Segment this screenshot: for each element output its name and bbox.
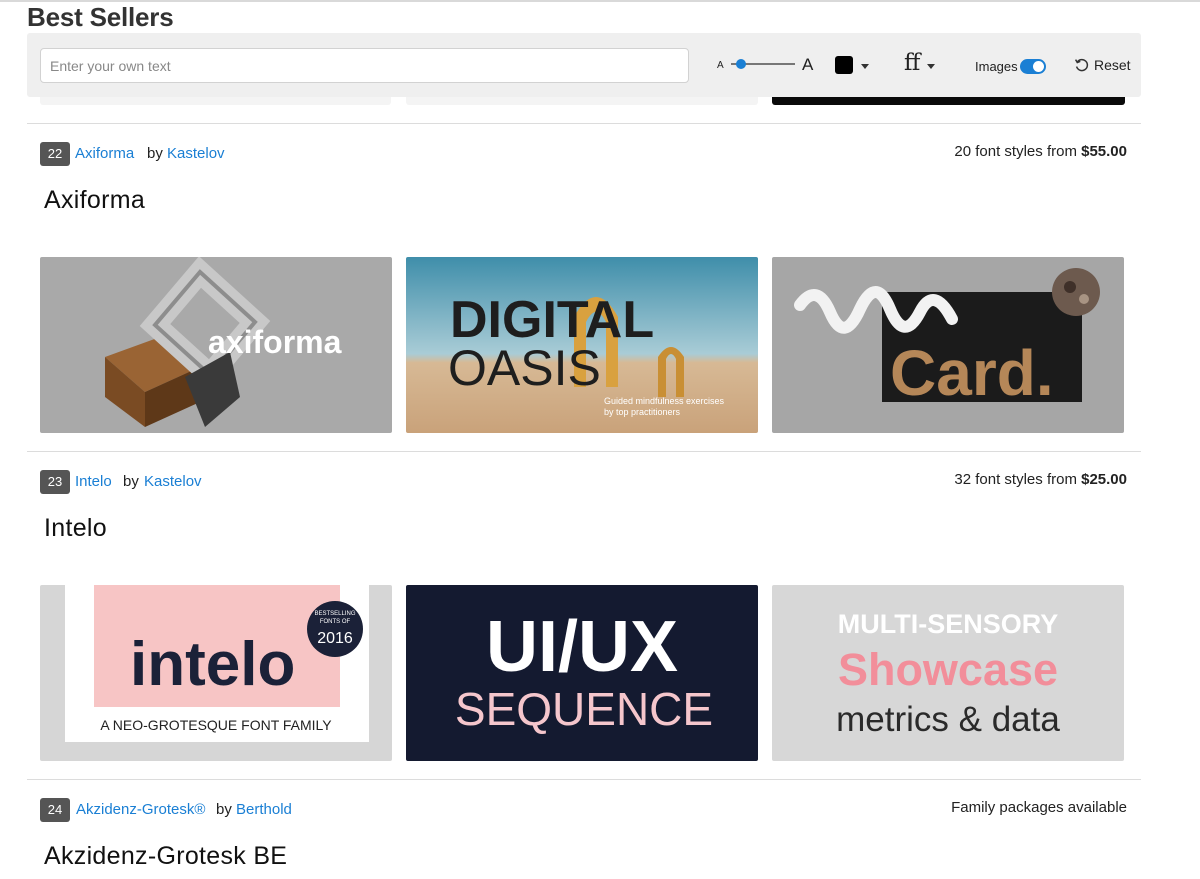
price-info: Family packages available [951, 799, 1127, 816]
font-specimen[interactable]: Axiforma [44, 186, 145, 215]
sample-image-axiforma[interactable]: axiforma [40, 257, 392, 433]
card-line2: Showcase [838, 644, 1058, 695]
toggle-knob [1033, 61, 1044, 72]
sample-image-intelo[interactable]: BESTSELLING FONTS OF 2016 intelo A NEO-G… [40, 585, 392, 761]
badge-line2: FONTS OF [320, 619, 351, 625]
images-toggle[interactable] [1020, 59, 1046, 74]
row-divider [27, 123, 1141, 124]
card-caption2: by top practitioners [604, 407, 681, 417]
row-divider [27, 779, 1141, 780]
card-text: Card. [890, 337, 1054, 409]
price-value: $55.00 [1081, 143, 1127, 160]
by-label: by [123, 473, 139, 490]
price-prefix: Family packages available [951, 799, 1127, 816]
previous-card-edge [772, 97, 1125, 105]
text-color-swatch[interactable] [835, 56, 853, 74]
chevron-down-icon[interactable] [861, 64, 869, 69]
by-label: by [147, 145, 163, 162]
card-line2: SEQUENCE [455, 683, 713, 735]
font-name-link[interactable]: Intelo [75, 473, 112, 490]
designer-link[interactable]: Berthold [236, 801, 292, 818]
designer-link[interactable]: Kastelov [144, 473, 202, 490]
custom-text-input[interactable] [40, 48, 689, 83]
images-toggle-label: Images [975, 59, 1018, 74]
card-line3: metrics & data [836, 700, 1060, 739]
rank-badge: 22 [40, 142, 70, 166]
badge-year: 2016 [317, 630, 353, 647]
price-prefix: 32 font styles from [954, 471, 1082, 488]
by-label: by [216, 801, 232, 818]
row-divider [27, 451, 1141, 452]
top-border [0, 0, 1200, 2]
rank-badge: 23 [40, 470, 70, 494]
price-info: 32 font styles from $25.00 [954, 471, 1127, 488]
price-prefix: 20 font styles from [954, 143, 1082, 160]
font-size-slider[interactable] [731, 59, 795, 69]
card-text: axiforma [208, 324, 342, 360]
sample-image-digital-oasis[interactable]: DIGITAL OASIS Guided mindfulness exercis… [406, 257, 758, 433]
sample-image-card[interactable]: Card. [772, 257, 1124, 433]
size-small-label: A [717, 60, 724, 71]
preview-toolbar: A A ff Images Reset [27, 33, 1141, 97]
designer-link[interactable]: Kastelov [167, 145, 225, 162]
font-specimen[interactable]: Intelo [44, 514, 107, 543]
card-tagline: A NEO-GROTESQUE FONT FAMILY [100, 717, 332, 733]
price-value: $25.00 [1081, 471, 1127, 488]
rank-badge: 24 [40, 798, 70, 822]
size-large-label: A [802, 55, 814, 74]
sample-image-multi-sensory[interactable]: MULTI-SENSORY Showcase metrics & data [772, 585, 1124, 761]
ligature-icon[interactable]: ff [904, 50, 920, 76]
card-line2: OASIS [448, 340, 601, 396]
font-specimen[interactable]: Akzidenz-Grotesk BE [44, 842, 287, 871]
price-info: 20 font styles from $55.00 [954, 143, 1127, 160]
previous-card-edge [40, 97, 391, 105]
chevron-down-icon[interactable] [927, 64, 935, 69]
font-size-slider-thumb[interactable] [736, 59, 746, 69]
font-name-link[interactable]: Akzidenz-Grotesk® [76, 801, 205, 818]
page-title: Best Sellers [27, 2, 174, 32]
reset-icon[interactable] [1074, 57, 1090, 73]
previous-card-edge [406, 97, 758, 105]
card-caption1: Guided mindfulness exercises [604, 396, 725, 406]
sample-image-ui-ux[interactable]: UI/UX SEQUENCE [406, 585, 758, 761]
card-line1: UI/UX [486, 607, 678, 687]
card-line1: MULTI-SENSORY [838, 609, 1059, 639]
reset-button[interactable]: Reset [1094, 57, 1131, 73]
badge-line1: BESTSELLING [314, 611, 355, 617]
font-name-link[interactable]: Axiforma [75, 145, 134, 162]
card-word: intelo [130, 630, 295, 699]
